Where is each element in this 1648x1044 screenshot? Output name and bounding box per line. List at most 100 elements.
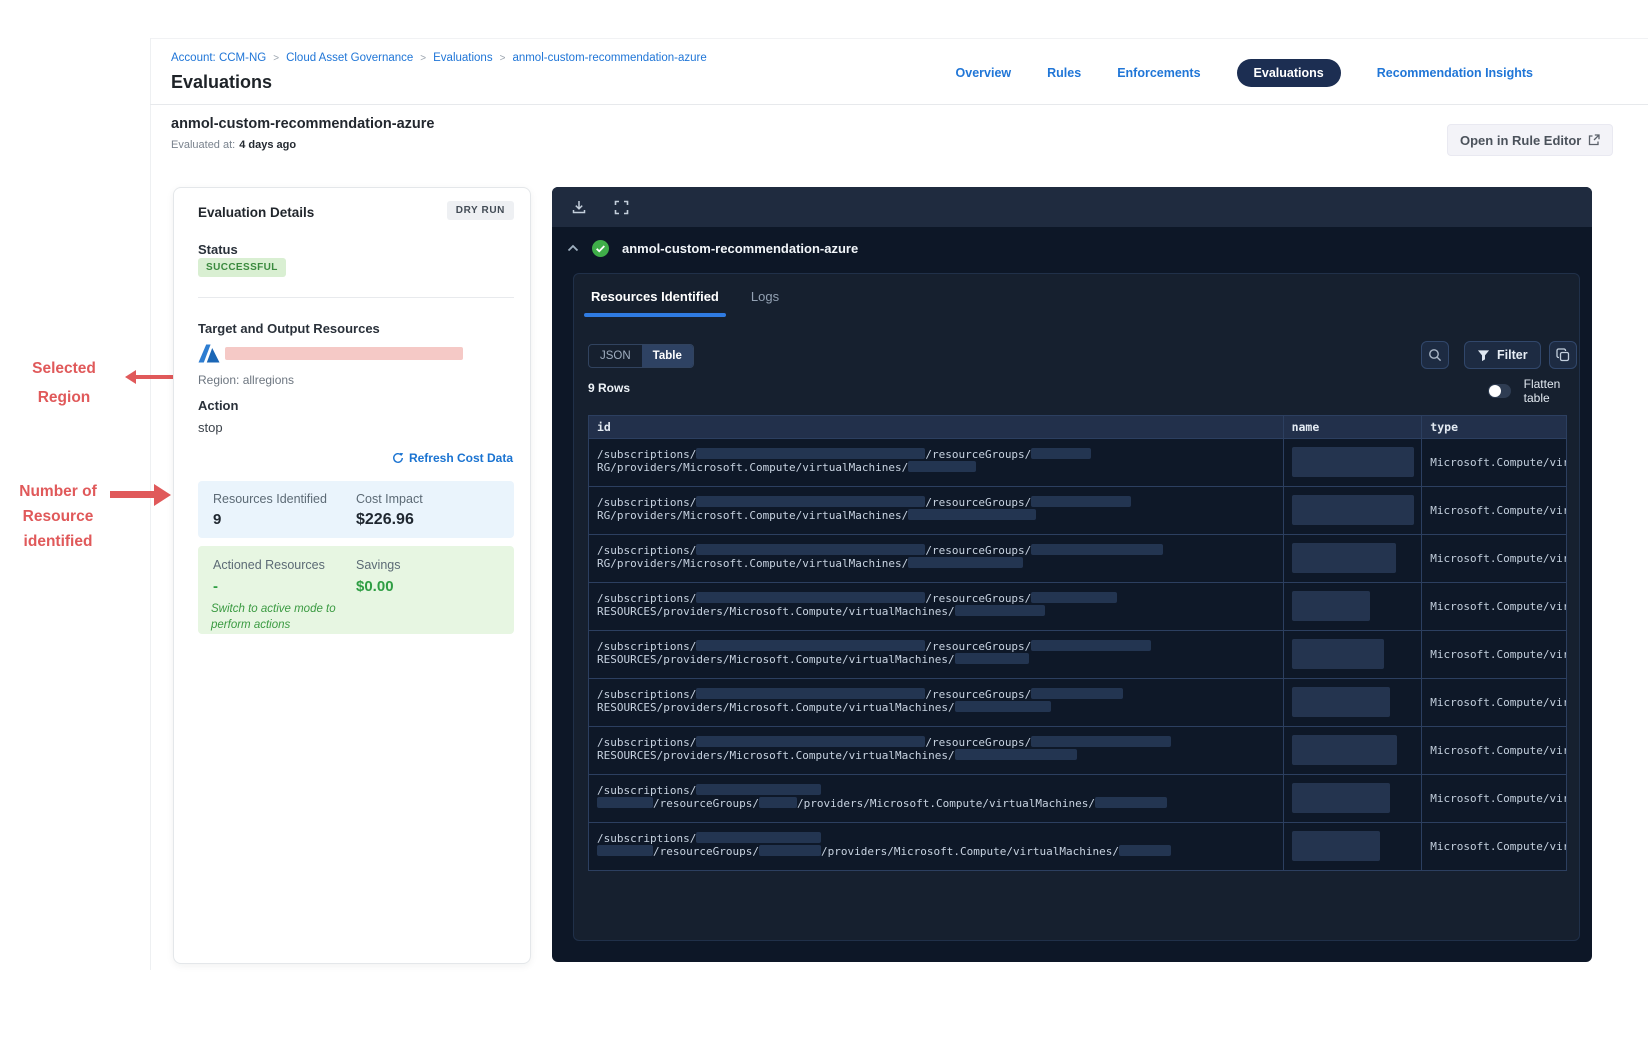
- cost-impact-label: Cost Impact: [356, 492, 423, 506]
- evaluation-name: anmol-custom-recommendation-azure: [171, 116, 435, 132]
- breadcrumb-item-account-ccm-ng[interactable]: Account: CCM-NG: [171, 52, 266, 64]
- resource-type-value: Microsoft.Compute/virtu: [1430, 504, 1566, 517]
- azure-logo-icon: [198, 344, 220, 363]
- run-header-row: anmol-custom-recommendation-azure: [567, 240, 858, 257]
- panel-tabs: Resources Identified Logs: [584, 289, 779, 317]
- redacted-bar: [908, 509, 1037, 520]
- resource-id-line: RESOURCES/providers/Microsoft.Compute/vi…: [589, 701, 1283, 714]
- savings-label: Savings: [356, 558, 401, 572]
- nav-tab-overview[interactable]: Overview: [956, 66, 1012, 80]
- redacted-bar: [1031, 496, 1132, 507]
- details-card-title: Evaluation Details: [198, 205, 315, 220]
- nav-tab-recommendation-insights[interactable]: Recommendation Insights: [1377, 66, 1533, 80]
- cell-name: [1284, 775, 1423, 822]
- table-row[interactable]: /subscriptions/ /resourceGroups/RESOURCES…: [589, 726, 1566, 774]
- external-link-icon: [1588, 134, 1600, 146]
- cell-id: /subscriptions/ /resourceGroups/RG/provid…: [589, 535, 1284, 582]
- table-row[interactable]: /subscriptions/ /resourceGroups/RG/provid…: [589, 486, 1566, 534]
- redacted-bar: [1031, 688, 1124, 699]
- nav-tab-rules[interactable]: Rules: [1047, 66, 1081, 80]
- resource-id-line: /subscriptions/ /resourceGroups/: [589, 496, 1283, 509]
- cell-id: /subscriptions/ /resourceGroups/RG/provid…: [589, 487, 1284, 534]
- actioned-resources-value: -: [213, 578, 218, 595]
- cell-type: Microsoft.Compute/virtu: [1422, 775, 1566, 822]
- nav-tab-evaluations[interactable]: Evaluations: [1236, 59, 1341, 87]
- column-header-id: id: [589, 416, 1284, 438]
- id-text: /resourceGroups/: [925, 688, 1032, 701]
- id-text: /resourceGroups/: [653, 797, 759, 810]
- success-check-icon: [592, 240, 609, 257]
- id-text: RESOURCES/providers/Microsoft.Compute/vi…: [597, 701, 955, 714]
- table-row[interactable]: /subscriptions/ /resourceGroups/RESOURCES…: [589, 678, 1566, 726]
- cell-id: /subscriptions//resourceGroups/ /provider…: [589, 823, 1284, 870]
- table-row[interactable]: /subscriptions/ /resourceGroups/RESOURCES…: [589, 582, 1566, 630]
- column-header-type: type: [1430, 420, 1458, 434]
- id-text: /resourceGroups/: [925, 640, 1032, 653]
- flatten-table-toggle[interactable]: [1488, 384, 1511, 398]
- resource-id-line: /subscriptions/ /resourceGroups/: [589, 736, 1283, 749]
- resource-id-line: RG/providers/Microsoft.Compute/virtualMa…: [589, 509, 1283, 522]
- redacted-bar: [696, 544, 926, 555]
- target-resources-label: Target and Output Resources: [198, 321, 380, 336]
- dry-run-badge: DRY RUN: [446, 201, 514, 220]
- redacted-bar: [758, 845, 821, 856]
- status-badge: SUCCESSFUL: [198, 258, 286, 277]
- open-rule-editor-label: Open in Rule Editor: [1460, 132, 1582, 148]
- table-row[interactable]: /subscriptions/ /resourceGroups/RESOURCES…: [589, 630, 1566, 678]
- resource-type-value: Microsoft.Compute/virtu: [1430, 744, 1566, 757]
- region-value: Region: allregions: [198, 373, 295, 387]
- subscription-redacted-bar: [225, 347, 463, 360]
- id-text: RESOURCES/providers/Microsoft.Compute/vi…: [597, 605, 955, 618]
- breadcrumb-item-evaluations[interactable]: Evaluations: [433, 52, 492, 64]
- resource-id-line: RESOURCES/providers/Microsoft.Compute/vi…: [589, 749, 1283, 762]
- table-row[interactable]: /subscriptions/ /resourceGroups/RG/provid…: [589, 438, 1566, 486]
- table-row[interactable]: /subscriptions/ /resourceGroups/RG/provid…: [589, 534, 1566, 582]
- redacted-bar: [597, 845, 653, 856]
- redacted-name-bar: [1291, 591, 1370, 621]
- target-subscription-row: [198, 344, 463, 363]
- table-row[interactable]: /subscriptions//resourceGroups/ /provider…: [589, 774, 1566, 822]
- id-text: /providers/Microsoft.Compute/virtualMach…: [796, 797, 1095, 810]
- open-rule-editor-button[interactable]: Open in Rule Editor: [1447, 124, 1614, 156]
- nav-tab-enforcements[interactable]: Enforcements: [1117, 66, 1200, 80]
- redacted-name-bar: [1291, 543, 1396, 573]
- cell-name: [1284, 487, 1423, 534]
- savings-value: $0.00: [356, 578, 394, 595]
- id-text: /subscriptions/: [597, 784, 697, 797]
- cell-type: Microsoft.Compute/virtu: [1422, 631, 1566, 678]
- collapse-chevron-icon[interactable]: [567, 244, 579, 253]
- id-text: /subscriptions/: [597, 544, 697, 557]
- cell-id: /subscriptions/ /resourceGroups/RESOURCES…: [589, 631, 1284, 678]
- cost-impact-value: $226.96: [356, 511, 414, 528]
- view-toggle-json[interactable]: JSON: [589, 345, 642, 367]
- filter-button[interactable]: Filter: [1464, 341, 1541, 369]
- search-button[interactable]: [1421, 341, 1449, 369]
- resource-type-value: Microsoft.Compute/virtu: [1430, 840, 1566, 853]
- tab-logs[interactable]: Logs: [751, 289, 779, 317]
- active-mode-note-line2: perform actions: [211, 619, 291, 631]
- action-label: Action: [198, 398, 239, 413]
- results-panel: anmol-custom-recommendation-azure Resour…: [552, 187, 1592, 962]
- table-row[interactable]: /subscriptions//resourceGroups/ /provider…: [589, 822, 1566, 870]
- actioned-stats-box: Actioned Resources - Savings $0.00 Switc…: [198, 546, 514, 634]
- id-text: /resourceGroups/: [925, 736, 1032, 749]
- copy-button[interactable]: [1549, 341, 1577, 369]
- breadcrumb-item-anmol-custom-recommendation-azure[interactable]: anmol-custom-recommendation-azure: [512, 52, 706, 64]
- cell-name: [1284, 535, 1423, 582]
- view-toggle-table[interactable]: Table: [641, 345, 693, 367]
- page: Account: CCM-NG > Cloud Asset Governance > E…: [0, 0, 1648, 1044]
- id-text: /subscriptions/: [597, 640, 697, 653]
- tab-resources-identified[interactable]: Resources Identified: [584, 289, 726, 317]
- panel-run-title: anmol-custom-recommendation-azure: [622, 241, 859, 256]
- resource-id-line: /subscriptions/ /resourceGroups/: [589, 592, 1283, 605]
- breadcrumb-item-cloud-asset-governance[interactable]: Cloud Asset Governance: [286, 52, 413, 64]
- download-icon[interactable]: [570, 198, 588, 216]
- redacted-bar: [696, 832, 822, 843]
- id-text: /resourceGroups/: [925, 592, 1032, 605]
- redacted-bar: [696, 640, 926, 651]
- fullscreen-icon[interactable]: [612, 198, 630, 216]
- action-value: stop: [198, 420, 223, 435]
- refresh-cost-data-link[interactable]: Refresh Cost Data: [392, 451, 513, 465]
- redacted-bar: [954, 701, 1051, 712]
- breadcrumb-separator: >: [499, 53, 506, 64]
